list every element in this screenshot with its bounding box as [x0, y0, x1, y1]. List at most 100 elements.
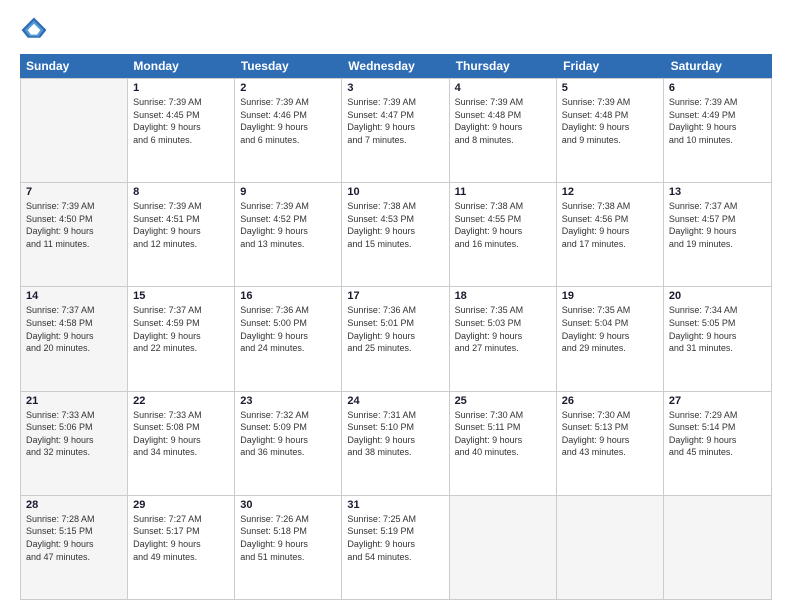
cell-line: Sunrise: 7:30 AM — [562, 409, 658, 422]
cell-line: Daylight: 9 hours — [133, 434, 229, 447]
cell-line: Daylight: 9 hours — [347, 225, 443, 238]
day-number: 12 — [562, 186, 658, 198]
cell-line: Sunrise: 7:31 AM — [347, 409, 443, 422]
day-number: 23 — [240, 395, 336, 407]
calendar-cell — [450, 496, 557, 599]
cell-line: Sunrise: 7:37 AM — [133, 304, 229, 317]
calendar-cell: 20Sunrise: 7:34 AMSunset: 5:05 PMDayligh… — [664, 287, 771, 390]
cell-line: Sunset: 5:14 PM — [669, 421, 766, 434]
day-number: 13 — [669, 186, 766, 198]
calendar-cell: 26Sunrise: 7:30 AMSunset: 5:13 PMDayligh… — [557, 392, 664, 495]
cell-line: and 51 minutes. — [240, 551, 336, 564]
calendar-cell: 19Sunrise: 7:35 AMSunset: 5:04 PMDayligh… — [557, 287, 664, 390]
cell-line: and 54 minutes. — [347, 551, 443, 564]
cell-line: Daylight: 9 hours — [562, 330, 658, 343]
cell-line: Daylight: 9 hours — [133, 225, 229, 238]
cell-line: Daylight: 9 hours — [455, 434, 551, 447]
cell-line: and 7 minutes. — [347, 134, 443, 147]
calendar-cell — [21, 79, 128, 182]
calendar-cell: 21Sunrise: 7:33 AMSunset: 5:06 PMDayligh… — [21, 392, 128, 495]
day-number: 4 — [455, 82, 551, 94]
cell-line: Sunset: 4:46 PM — [240, 109, 336, 122]
day-number: 11 — [455, 186, 551, 198]
cell-line: Daylight: 9 hours — [347, 330, 443, 343]
calendar-cell: 18Sunrise: 7:35 AMSunset: 5:03 PMDayligh… — [450, 287, 557, 390]
cell-line: Sunset: 4:57 PM — [669, 213, 766, 226]
calendar-cell: 10Sunrise: 7:38 AMSunset: 4:53 PMDayligh… — [342, 183, 449, 286]
cell-line: Sunset: 4:52 PM — [240, 213, 336, 226]
day-number: 31 — [347, 499, 443, 511]
day-number: 15 — [133, 290, 229, 302]
weekday-header: Tuesday — [235, 54, 342, 78]
calendar-cell: 29Sunrise: 7:27 AMSunset: 5:17 PMDayligh… — [128, 496, 235, 599]
weekday-header: Monday — [127, 54, 234, 78]
cell-line: Sunrise: 7:39 AM — [240, 200, 336, 213]
cell-line: Sunrise: 7:25 AM — [347, 513, 443, 526]
day-number: 5 — [562, 82, 658, 94]
cell-line: and 31 minutes. — [669, 342, 766, 355]
calendar-cell: 5Sunrise: 7:39 AMSunset: 4:48 PMDaylight… — [557, 79, 664, 182]
cell-line: Sunset: 5:09 PM — [240, 421, 336, 434]
cell-line: Sunrise: 7:29 AM — [669, 409, 766, 422]
weekday-header: Sunday — [20, 54, 127, 78]
cell-line: Sunrise: 7:38 AM — [455, 200, 551, 213]
calendar-cell: 16Sunrise: 7:36 AMSunset: 5:00 PMDayligh… — [235, 287, 342, 390]
calendar-cell: 24Sunrise: 7:31 AMSunset: 5:10 PMDayligh… — [342, 392, 449, 495]
cell-line: Sunrise: 7:33 AM — [26, 409, 122, 422]
page: SundayMondayTuesdayWednesdayThursdayFrid… — [0, 0, 792, 612]
cell-line: Sunrise: 7:34 AM — [669, 304, 766, 317]
cell-line: Sunset: 4:59 PM — [133, 317, 229, 330]
cell-line: Daylight: 9 hours — [562, 434, 658, 447]
cell-line: Sunrise: 7:30 AM — [455, 409, 551, 422]
cell-line: and 15 minutes. — [347, 238, 443, 251]
cell-line: and 32 minutes. — [26, 446, 122, 459]
cell-line: Sunrise: 7:32 AM — [240, 409, 336, 422]
cell-line: and 24 minutes. — [240, 342, 336, 355]
cell-line: Sunset: 5:13 PM — [562, 421, 658, 434]
calendar-cell: 8Sunrise: 7:39 AMSunset: 4:51 PMDaylight… — [128, 183, 235, 286]
cell-line: Sunset: 5:10 PM — [347, 421, 443, 434]
cell-line: and 9 minutes. — [562, 134, 658, 147]
day-number: 28 — [26, 499, 122, 511]
weekday-header: Thursday — [450, 54, 557, 78]
cell-line: Sunrise: 7:35 AM — [455, 304, 551, 317]
calendar-row: 14Sunrise: 7:37 AMSunset: 4:58 PMDayligh… — [21, 286, 771, 390]
calendar-cell: 15Sunrise: 7:37 AMSunset: 4:59 PMDayligh… — [128, 287, 235, 390]
cell-line: Sunset: 4:48 PM — [455, 109, 551, 122]
cell-line: Sunset: 4:51 PM — [133, 213, 229, 226]
cell-line: Sunrise: 7:39 AM — [669, 96, 766, 109]
cell-line: Daylight: 9 hours — [240, 225, 336, 238]
cell-line: Daylight: 9 hours — [669, 225, 766, 238]
calendar-cell: 3Sunrise: 7:39 AMSunset: 4:47 PMDaylight… — [342, 79, 449, 182]
calendar-cell: 11Sunrise: 7:38 AMSunset: 4:55 PMDayligh… — [450, 183, 557, 286]
day-number: 1 — [133, 82, 229, 94]
cell-line: Sunset: 5:17 PM — [133, 525, 229, 538]
day-number: 2 — [240, 82, 336, 94]
cell-line: Daylight: 9 hours — [669, 330, 766, 343]
cell-line: Sunset: 5:06 PM — [26, 421, 122, 434]
cell-line: Sunset: 5:01 PM — [347, 317, 443, 330]
cell-line: and 11 minutes. — [26, 238, 122, 251]
cell-line: Daylight: 9 hours — [26, 330, 122, 343]
cell-line: and 40 minutes. — [455, 446, 551, 459]
cell-line: Daylight: 9 hours — [26, 434, 122, 447]
weekday-header: Friday — [557, 54, 664, 78]
cell-line: and 38 minutes. — [347, 446, 443, 459]
day-number: 10 — [347, 186, 443, 198]
calendar: SundayMondayTuesdayWednesdayThursdayFrid… — [20, 54, 772, 600]
cell-line: and 10 minutes. — [669, 134, 766, 147]
day-number: 17 — [347, 290, 443, 302]
calendar-cell: 12Sunrise: 7:38 AMSunset: 4:56 PMDayligh… — [557, 183, 664, 286]
cell-line: Daylight: 9 hours — [240, 434, 336, 447]
day-number: 18 — [455, 290, 551, 302]
cell-line: Sunset: 4:56 PM — [562, 213, 658, 226]
cell-line: Daylight: 9 hours — [133, 538, 229, 551]
calendar-cell: 7Sunrise: 7:39 AMSunset: 4:50 PMDaylight… — [21, 183, 128, 286]
cell-line: Sunrise: 7:39 AM — [347, 96, 443, 109]
weekday-header: Saturday — [665, 54, 772, 78]
cell-line: Sunrise: 7:39 AM — [133, 200, 229, 213]
day-number: 3 — [347, 82, 443, 94]
cell-line: Sunrise: 7:39 AM — [133, 96, 229, 109]
cell-line: Sunrise: 7:38 AM — [562, 200, 658, 213]
cell-line: and 19 minutes. — [669, 238, 766, 251]
